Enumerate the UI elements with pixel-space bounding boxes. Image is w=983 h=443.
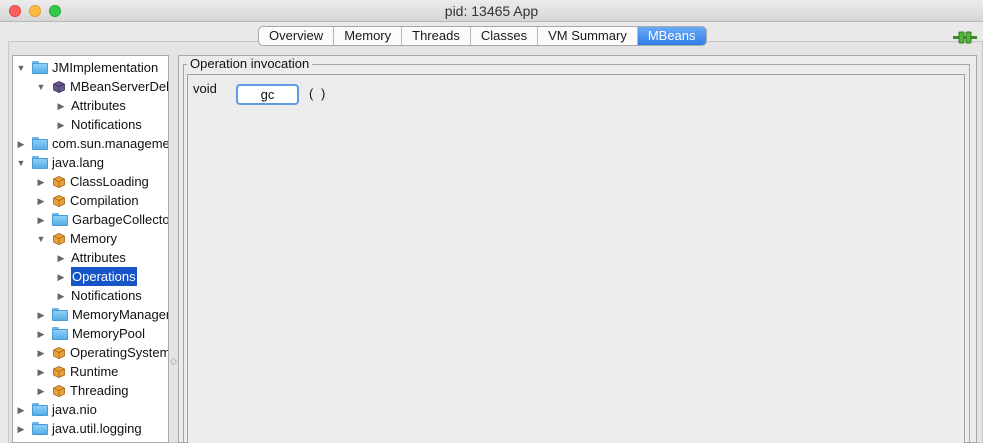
tree-node[interactable]: ▶ Attributes (13, 248, 168, 267)
folder-icon (52, 213, 68, 226)
tab-threads[interactable]: Threads (402, 27, 471, 45)
collapsed-arrow-icon[interactable]: ▶ (56, 253, 66, 263)
collapsed-arrow-icon[interactable]: ▶ (56, 101, 66, 111)
collapsed-arrow-icon[interactable]: ▶ (56, 272, 66, 282)
tree-node[interactable]: ▼ MBeanServerDele (13, 77, 168, 96)
tree-node-label[interactable]: Attributes (71, 96, 126, 115)
tree-node[interactable]: ▶ MemoryPool (13, 324, 168, 343)
folder-icon (52, 308, 68, 321)
tree-node[interactable]: ▶ Compilation (13, 191, 168, 210)
mbean-tree[interactable]: ▼ JMImplementation ▼ MBeanServerDele ▶ Attrib… (12, 55, 169, 443)
title-bar: pid: 13465 App (0, 0, 983, 22)
expanded-arrow-icon[interactable]: ▼ (36, 82, 46, 92)
tree-node[interactable]: ▼ java.lang (13, 153, 168, 172)
tab-overview[interactable]: Overview (259, 27, 335, 45)
tree-node-label[interactable]: Notifications (71, 286, 142, 305)
invoke-gc-button[interactable]: gc (236, 84, 299, 105)
collapsed-arrow-icon[interactable]: ▶ (16, 424, 26, 434)
folder-icon (32, 137, 48, 150)
tree-node[interactable]: ▶ java.nio (13, 400, 168, 419)
tree-node-label[interactable]: GarbageCollecto (72, 210, 168, 229)
tree-node-label[interactable]: ClassLoading (70, 172, 149, 191)
tree-node-label[interactable]: java.lang (52, 153, 104, 172)
tree-node-label[interactable]: java.nio (52, 400, 97, 419)
tree-node[interactable]: ▶ Runtime (13, 362, 168, 381)
folder-icon (32, 156, 48, 169)
tab-bar: Overview Memory Threads Classes VM Summa… (258, 26, 707, 46)
collapsed-arrow-icon[interactable]: ▶ (36, 215, 46, 225)
mbean-icon (53, 81, 65, 93)
mbean-icon (53, 347, 65, 359)
tree-node[interactable]: ▶ Threading (13, 381, 168, 400)
collapsed-arrow-icon[interactable]: ▶ (36, 196, 46, 206)
tree-node-label[interactable]: java.util.logging (52, 419, 142, 438)
folder-icon (32, 403, 48, 416)
tree-node[interactable]: ▶ com.sun.manageme (13, 134, 168, 153)
tree-node-label[interactable]: Operations (71, 267, 137, 286)
collapsed-arrow-icon[interactable]: ▶ (36, 177, 46, 187)
tree-node[interactable]: ▶ Notifications (13, 286, 168, 305)
tree-node[interactable]: ▶ OperatingSystem (13, 343, 168, 362)
collapsed-arrow-icon[interactable]: ▶ (36, 386, 46, 396)
tab-memory[interactable]: Memory (334, 27, 403, 45)
connection-plug-icon[interactable] (953, 29, 977, 45)
window-title: pid: 13465 App (444, 3, 539, 19)
tab-classes[interactable]: Classes (471, 27, 539, 45)
tree-node-label[interactable]: Runtime (70, 362, 118, 381)
folder-icon (52, 327, 68, 340)
mbean-icon (53, 195, 65, 207)
tree-node[interactable]: ▶ Attributes (13, 96, 168, 115)
operations-list (187, 74, 965, 443)
mbean-icon (53, 233, 65, 245)
tree-node-label[interactable]: Notifications (71, 115, 142, 134)
tree-node[interactable]: ▶ GarbageCollecto (13, 210, 168, 229)
collapsed-arrow-icon[interactable]: ▶ (16, 139, 26, 149)
tab-mbeans[interactable]: MBeans (637, 27, 706, 45)
folder-icon (32, 61, 48, 74)
expanded-arrow-icon[interactable]: ▼ (16, 63, 26, 73)
operation-invocation-title: Operation invocation (187, 56, 313, 71)
mbean-icon (53, 366, 65, 378)
collapsed-arrow-icon[interactable]: ▶ (36, 367, 46, 377)
folder-icon (32, 422, 48, 435)
collapsed-arrow-icon[interactable]: ▶ (56, 291, 66, 301)
tree-node-label[interactable]: OperatingSystem (70, 343, 168, 362)
tree-node-label[interactable]: Compilation (70, 191, 139, 210)
collapsed-arrow-icon[interactable]: ▶ (16, 405, 26, 415)
tree-node[interactable]: ▶ ClassLoading (13, 172, 168, 191)
collapsed-arrow-icon[interactable]: ▶ (56, 120, 66, 130)
tree-node-label[interactable]: Threading (70, 381, 129, 400)
tree-node-label[interactable]: Attributes (71, 248, 126, 267)
expanded-arrow-icon[interactable]: ▼ (16, 158, 26, 168)
collapsed-arrow-icon[interactable]: ▶ (36, 310, 46, 320)
tree-node[interactable]: ▶ Operations (13, 267, 168, 286)
operation-params: ( ) (309, 86, 328, 101)
tree-node-label[interactable]: MemoryPool (72, 324, 145, 343)
expanded-arrow-icon[interactable]: ▼ (36, 234, 46, 244)
collapsed-arrow-icon[interactable]: ▶ (36, 348, 46, 358)
tree-node-label[interactable]: MemoryManager (72, 305, 168, 324)
collapsed-arrow-icon[interactable]: ▶ (36, 329, 46, 339)
tree-node[interactable]: ▼ JMImplementation (13, 58, 168, 77)
tree-node-label[interactable]: com.sun.manageme (52, 134, 168, 153)
operation-return-type: void (193, 81, 217, 96)
tree-node-label[interactable]: Memory (70, 229, 117, 248)
tree-node-label[interactable]: JMImplementation (52, 58, 158, 77)
splitter-handle[interactable]: ◇ (170, 356, 178, 366)
mbean-icon (53, 385, 65, 397)
tree-node[interactable]: ▶ MemoryManager (13, 305, 168, 324)
tree-node[interactable]: ▶ Notifications (13, 115, 168, 134)
tab-vm-summary[interactable]: VM Summary (538, 27, 638, 45)
tree-node[interactable]: ▼ Memory (13, 229, 168, 248)
tree-node[interactable]: ▶ java.util.logging (13, 419, 168, 438)
tree-node-label[interactable]: MBeanServerDele (70, 77, 168, 96)
mbean-icon (53, 176, 65, 188)
